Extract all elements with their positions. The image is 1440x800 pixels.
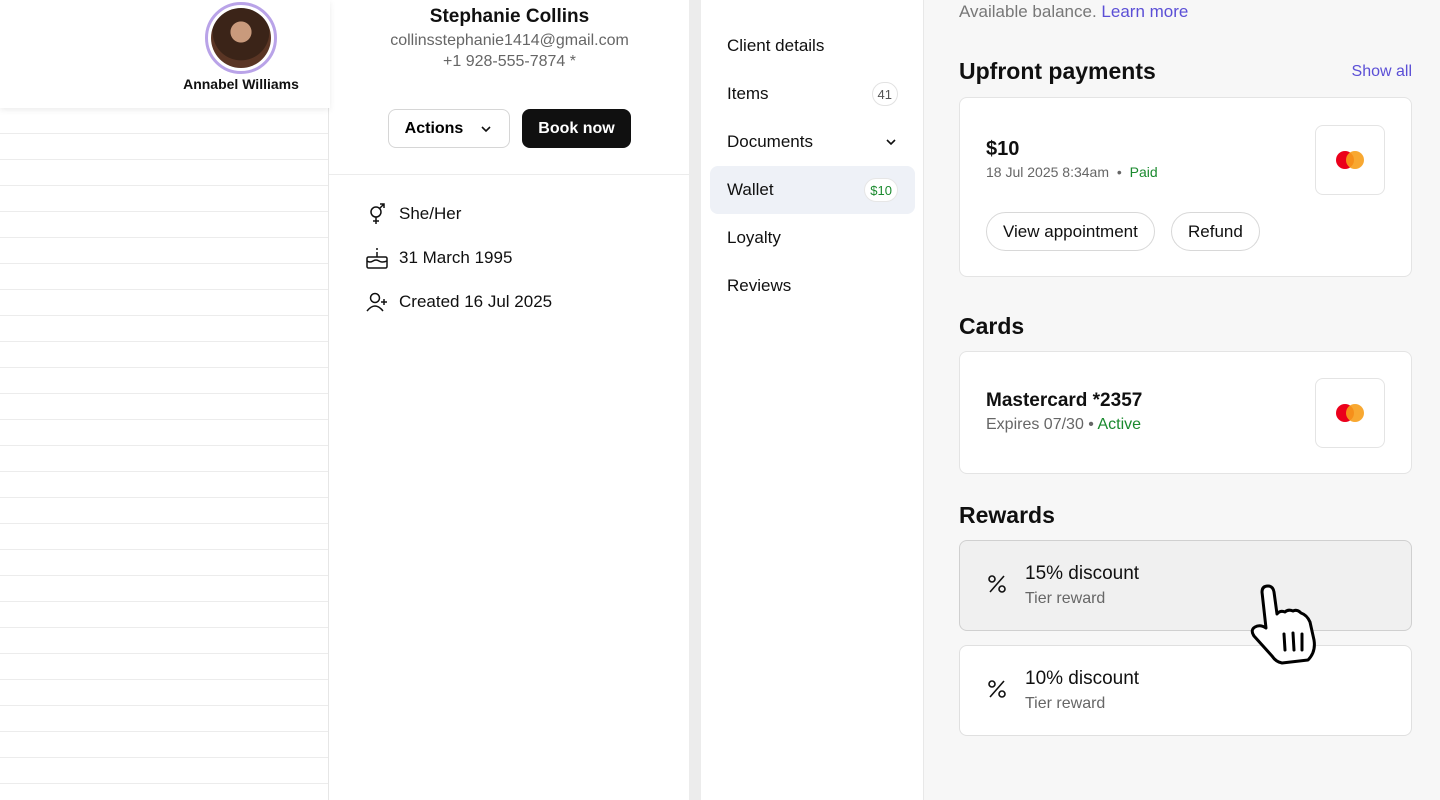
staff-header: Annabel Williams	[0, 0, 330, 108]
nav-item-documents[interactable]: Documents	[710, 118, 915, 166]
cards-title: Cards	[959, 313, 1025, 339]
mastercard-logo-box	[1315, 378, 1385, 448]
card-name: Mastercard *2357	[986, 390, 1143, 411]
reward-item[interactable]: 10% discount Tier reward	[959, 645, 1412, 736]
nav-item-wallet[interactable]: Wallet $10	[710, 166, 915, 214]
card-expiry: Expires 07/30	[986, 416, 1084, 433]
show-all-link[interactable]: Show all	[1352, 63, 1412, 81]
client-nav-panel: Client details Items 41 Documents Wallet…	[701, 0, 924, 800]
hand-pointer-icon	[1250, 584, 1316, 665]
available-balance-text: Available balance. Learn more	[959, 2, 1188, 22]
wallet-balance-badge: $10	[864, 178, 898, 202]
actions-label: Actions	[404, 119, 464, 137]
gender-icon	[370, 203, 385, 224]
payment-status: Paid	[1129, 164, 1158, 180]
payment-meta: 18 Jul 2025 8:34am • Paid	[986, 164, 1158, 180]
reward-title: 15% discount	[1025, 563, 1140, 584]
upfront-payments-title: Upfront payments	[959, 58, 1156, 84]
pronouns-text: She/Her	[399, 204, 462, 223]
saved-card[interactable]: Mastercard *2357 Expires 07/30 • Active	[959, 351, 1412, 474]
chevron-down-icon	[481, 125, 491, 132]
rewards-title: Rewards	[959, 502, 1055, 528]
card-meta: Expires 07/30 • Active	[986, 416, 1141, 434]
nav-item-label: Wallet	[727, 180, 774, 199]
nav-item-label: Reviews	[727, 276, 792, 295]
reward-subtitle: Tier reward	[1025, 590, 1106, 607]
client-phone: +1 928-555-7874 *	[443, 53, 576, 70]
client-name: Stephanie Collins	[429, 6, 590, 27]
reward-item[interactable]: 15% discount Tier reward	[959, 540, 1412, 631]
available-label: Available balance.	[959, 2, 1097, 21]
reward-subtitle: Tier reward	[1025, 695, 1106, 712]
separator: •	[1116, 164, 1122, 180]
divider	[329, 174, 690, 175]
separator: •	[1088, 416, 1094, 433]
items-count-badge: 41	[871, 82, 898, 106]
view-appointment-button[interactable]: View appointment	[986, 212, 1155, 251]
nav-item-label: Loyalty	[727, 228, 781, 247]
learn-more-link[interactable]: Learn more	[1101, 2, 1188, 21]
calendar-grid	[0, 108, 330, 800]
nav-item-reviews[interactable]: Reviews	[710, 262, 915, 310]
nav-item-loyalty[interactable]: Loyalty	[710, 214, 915, 262]
client-profile-panel: Stephanie Collins collinsstephanie1414@g…	[328, 0, 690, 800]
avatar-image	[211, 8, 271, 68]
staff-avatar[interactable]	[205, 2, 277, 74]
percent-icon	[988, 680, 1006, 698]
upfront-payment-card: $10 18 Jul 2025 8:34am • Paid View appoi…	[959, 97, 1412, 277]
staff-name: Annabel Williams	[183, 76, 299, 92]
actions-button[interactable]: Actions	[388, 109, 510, 148]
created-row: Created 16 Jul 2025	[365, 290, 552, 314]
mastercard-icon	[1336, 151, 1364, 169]
created-text: Created 16 Jul 2025	[399, 292, 553, 311]
nav-item-items[interactable]: Items 41	[710, 70, 915, 118]
payment-datetime: 18 Jul 2025 8:34am	[986, 164, 1109, 180]
birthday-row: 31 March 1995	[365, 246, 512, 270]
mastercard-icon	[1336, 404, 1364, 422]
pronouns-row: She/Her	[365, 202, 461, 226]
nav-item-label: Client details	[727, 36, 825, 55]
chevron-down-icon	[886, 139, 896, 146]
user-plus-icon	[366, 292, 387, 312]
wallet-section: Available balance. Learn more Upfront pa…	[924, 0, 1440, 800]
birthday-text: 31 March 1995	[399, 248, 513, 267]
calendar-background	[0, 0, 330, 800]
book-now-button[interactable]: Book now	[522, 109, 631, 148]
refund-button[interactable]: Refund	[1171, 212, 1260, 251]
reward-title: 10% discount	[1025, 668, 1140, 689]
mastercard-logo-box	[1315, 125, 1385, 195]
payment-amount: $10	[986, 138, 1020, 160]
percent-icon	[988, 575, 1006, 593]
nav-item-label: Items	[727, 84, 769, 103]
nav-item-label: Documents	[727, 132, 813, 151]
cake-icon	[366, 248, 388, 269]
client-email: collinsstephanie1414@gmail.com	[390, 32, 629, 49]
nav-item-client-details[interactable]: Client details	[710, 22, 915, 70]
card-status: Active	[1097, 416, 1142, 433]
